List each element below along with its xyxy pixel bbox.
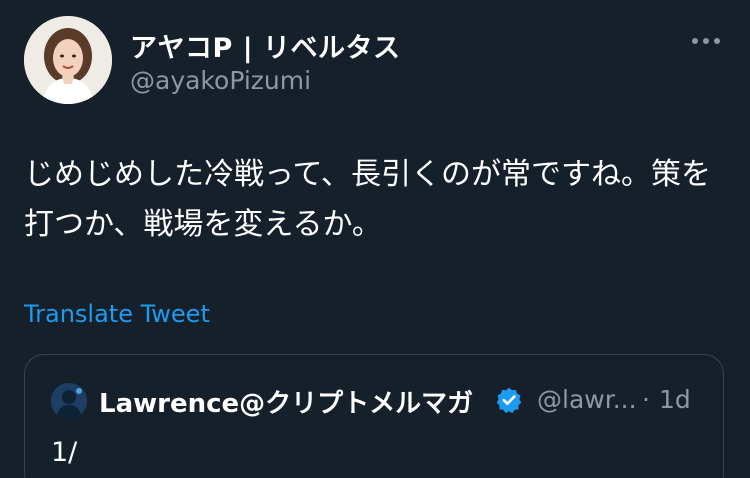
quoted-tweet-text: 1/ <box>51 437 78 468</box>
verified-badge-icon <box>496 387 522 414</box>
tweet-header: アヤコP | リベルタス @ayakoPizumi <box>24 16 726 106</box>
meta-separator: · <box>642 385 650 414</box>
quoted-author-handle: @lawr... <box>537 385 637 414</box>
profile-photo-icon <box>51 383 87 419</box>
quoted-tweet-card[interactable]: Lawrence@クリプトメルマガ @lawr... · 1d 1/ <box>24 354 724 478</box>
author-display-name[interactable]: アヤコP | リベルタス <box>130 26 400 65</box>
quoted-author-display-name: Lawrence@クリプトメルマガ <box>99 389 474 419</box>
more-horizontal-icon[interactable] <box>690 34 722 48</box>
tweet-text: じめじめした冷戦って、長引くのが常ですね。策を打つか、戦場を変えるか。 <box>24 157 711 242</box>
translate-tweet-link[interactable]: Translate Tweet <box>24 300 210 328</box>
profile-photo-icon <box>24 16 112 104</box>
quoted-tweet-time[interactable]: 1d <box>659 385 691 414</box>
quoted-author-avatar[interactable] <box>51 383 87 419</box>
author-handle[interactable]: @ayakoPizumi <box>130 66 311 95</box>
author-avatar[interactable] <box>24 16 112 104</box>
